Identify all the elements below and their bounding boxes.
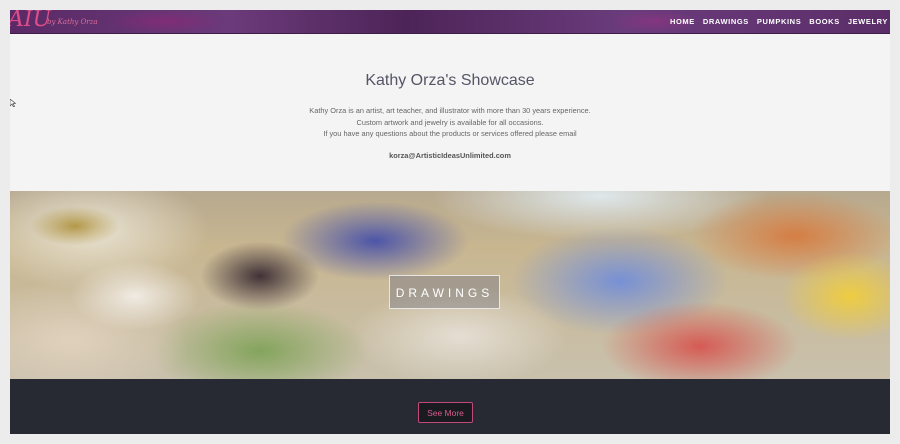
header-decoration bbox=[105, 10, 225, 33]
drawings-banner-label[interactable]: DRAWINGS bbox=[389, 275, 500, 309]
site-logo[interactable]: AIU bbox=[10, 10, 51, 32]
intro-line: Kathy Orza is an artist, art teacher, an… bbox=[309, 106, 591, 115]
nav-drawings[interactable]: DRAWINGS bbox=[703, 17, 749, 26]
nav-jewelry[interactable]: JEWELRY bbox=[848, 17, 888, 26]
page: AIU by Kathy Orza HOME DRAWINGS PUMPKINS… bbox=[10, 10, 890, 434]
contact-email-link[interactable]: korza@ArtisticIdeasUnlimited.com bbox=[10, 151, 890, 160]
site-logo-subtitle: by Kathy Orza bbox=[47, 18, 98, 26]
nav-pumpkins[interactable]: PUMPKINS bbox=[757, 17, 801, 26]
intro-line: If you have any questions about the prod… bbox=[323, 129, 577, 138]
page-title: Kathy Orza's Showcase bbox=[365, 72, 535, 89]
intro-line: Custom artwork and jewelry is available … bbox=[356, 117, 544, 127]
site-header: AIU by Kathy Orza HOME DRAWINGS PUMPKINS… bbox=[10, 10, 890, 34]
banner-footer: See More bbox=[10, 379, 890, 434]
nav-books[interactable]: BOOKS bbox=[809, 17, 840, 26]
main-nav: HOME DRAWINGS PUMPKINS BOOKS JEWELRY bbox=[662, 10, 888, 33]
nav-home[interactable]: HOME bbox=[670, 17, 695, 26]
see-more-button[interactable]: See More bbox=[418, 402, 473, 423]
intro-description: Kathy Orza is an artist, art teacher, an… bbox=[10, 105, 890, 140]
